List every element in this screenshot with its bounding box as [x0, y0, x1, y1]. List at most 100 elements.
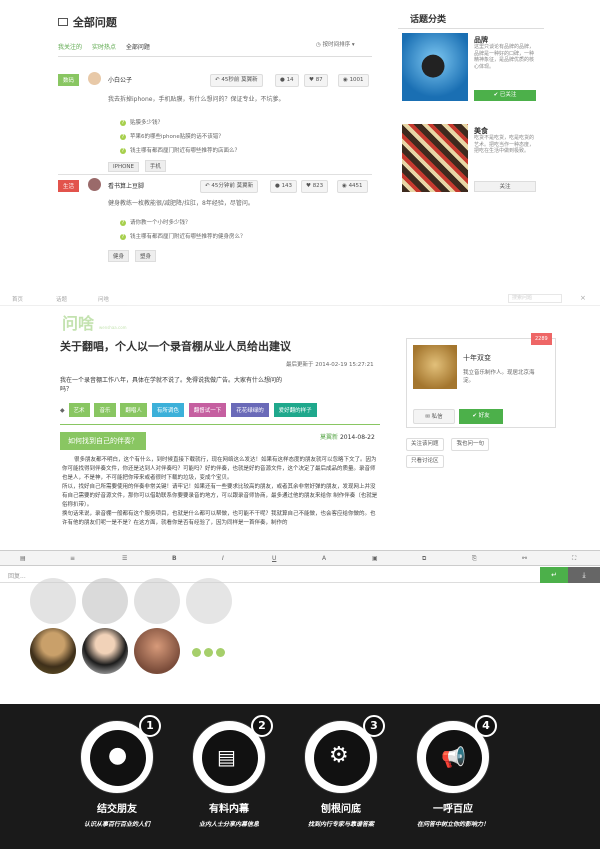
user-name[interactable]: 看书算上豆脚 — [108, 181, 144, 190]
answer-title[interactable]: 如何找到自己的伴奏？ — [60, 432, 146, 450]
paste-icon[interactable]: ⎘ — [472, 555, 477, 563]
tag[interactable]: 花花绿绿的 — [231, 403, 269, 417]
bold-icon[interactable]: B — [172, 555, 177, 562]
sub-question[interactable]: ? 钱主哪有都西厘门附近有哪些推荐的健身房么？ — [120, 232, 370, 240]
tab-hot[interactable]: 实时热点 — [92, 44, 116, 51]
underline-icon[interactable]: U — [272, 555, 276, 562]
sub-question[interactable]: ? 请你教一个小时多少钱？ — [120, 218, 370, 226]
topic-image[interactable]: ● — [402, 33, 468, 101]
avatar[interactable] — [88, 178, 101, 191]
topic-description: 这里只谈论有品牌的品牌，品牌是一种好的口碑，一种精神象征，是品牌优质的核心体现。 — [474, 44, 535, 70]
invite-button[interactable]: ↶ 45秒前 莫翼新 — [210, 74, 263, 87]
italic-icon[interactable]: I — [222, 555, 224, 562]
answers-count[interactable]: ● 143 — [270, 180, 298, 193]
reply-input[interactable]: 回复... — [0, 567, 540, 583]
tag-icon: ◆ — [60, 407, 65, 414]
tab-following[interactable]: 我关注的 — [58, 44, 82, 51]
invite-button[interactable]: ↶ 45分钟前 莫翼新 — [200, 180, 259, 193]
tag[interactable]: 手机 — [144, 160, 166, 172]
close-icon[interactable]: × — [580, 294, 586, 302]
answer-author[interactable]: 莫翼新 — [320, 434, 338, 441]
author-name[interactable]: 十年双变 — [463, 353, 491, 363]
more-dots[interactable] — [192, 648, 225, 659]
thumbnail[interactable] — [134, 578, 180, 624]
sub-question[interactable]: ? 贴膜多少钱？ — [120, 118, 370, 126]
followed-button[interactable]: ✔ 已关注 — [474, 90, 536, 101]
follow-button[interactable]: 关注 — [474, 181, 536, 192]
tag[interactable]: 翻唱人 — [120, 403, 147, 417]
friend-button[interactable]: ✔ 好友 — [459, 409, 503, 424]
topic-image[interactable] — [402, 124, 468, 192]
thumbnail[interactable] — [82, 628, 128, 674]
image-icon[interactable]: ▣ — [372, 555, 378, 562]
link-icon[interactable]: ⚯ — [522, 555, 527, 562]
ask-link[interactable]: 我也问一句 — [451, 438, 489, 451]
logo[interactable]: 问啥 wenshaa.com — [62, 310, 127, 334]
category-badge[interactable]: 生活 — [58, 180, 80, 192]
tag[interactable]: IPHONE — [108, 162, 139, 172]
nav-home[interactable]: 首页 — [12, 295, 23, 303]
reply-icon[interactable]: ↵ — [540, 567, 568, 583]
likes-count[interactable]: ♥ 823 — [301, 180, 329, 193]
thumbnail[interactable] — [30, 628, 76, 674]
user-icon: ● — [108, 743, 128, 768]
font-color-icon[interactable]: A — [322, 555, 326, 562]
topic-description: 吃货不是吃货，吃是吃货的艺术。把吃当作一种态度，把吃在生活中做到极致。 — [474, 135, 535, 154]
apple-icon: ● — [420, 47, 447, 82]
thumbnail[interactable] — [82, 578, 128, 624]
sub-question[interactable]: ? 钱主哪有都西厘门附近有哪些推荐的店面么？ — [120, 146, 370, 154]
tag[interactable]: 塑身 — [134, 250, 156, 262]
tab-all[interactable]: 全部问题 — [126, 44, 150, 51]
answer-date: 2014-08-22 — [339, 434, 375, 441]
nav-topics[interactable]: 话题 — [56, 295, 67, 303]
feature-subtitle: 认识从事百行百业的人们 — [83, 821, 150, 828]
avatar[interactable] — [413, 345, 457, 389]
tag[interactable]: 翻督试一下 — [188, 403, 227, 417]
thumbnail[interactable] — [134, 628, 180, 674]
avatar[interactable] — [88, 72, 101, 85]
updated-time: 最后更新于 2014-02-19 15:27:21 — [286, 362, 374, 368]
paragraph-icon[interactable]: ▤ — [20, 555, 26, 562]
message-button[interactable]: ✉ 私信 — [413, 409, 455, 424]
follow-question-link[interactable]: 关注该问题 — [406, 438, 444, 451]
fullscreen-icon[interactable]: ⛶ — [572, 555, 576, 563]
feature-title: 结交朋友 — [97, 804, 137, 815]
topic-card[interactable]: 美食 吃货不是吃货，吃是吃货的艺术。把吃当作一种态度，把吃在生活中做到极致。 关… — [402, 124, 536, 192]
download-icon[interactable]: ⤓ — [568, 567, 600, 583]
category-badge[interactable]: 数码 — [58, 74, 80, 86]
tag-list: IPHONE 手机 — [108, 160, 170, 172]
feature-subtitle: 找到内行专家与靠谱答案 — [307, 821, 374, 828]
thumbnail[interactable] — [186, 578, 232, 624]
nav-app[interactable]: 问啥 — [98, 295, 109, 303]
tag[interactable]: 音乐 — [94, 403, 116, 417]
question-text[interactable]: 健身教练一枚教能很/减肥降/拉肛，8年经验，尽管问。 — [108, 198, 254, 207]
question-text[interactable]: 我去拆掉iphone，手机贴膜，有什么想问的？保证专业，不坑爹。 — [108, 94, 284, 103]
clock-icon: ◷ — [316, 42, 321, 48]
list-icon[interactable]: ☰ — [122, 555, 127, 562]
article-title: 关于翻唱，个人以一个录音棚从业人员给出建议 — [60, 340, 291, 353]
tag[interactable]: 有所调色 — [151, 403, 184, 417]
sub-question[interactable]: ? 苹果6的哪些iphone贴膜的话不该错？ — [120, 132, 370, 140]
author-bio: 我立音乐制作人。现居北京海淀。 — [463, 370, 535, 384]
answers-count[interactable]: ● 14 — [275, 74, 299, 87]
views-count[interactable]: ◉ 4451 — [337, 180, 368, 193]
tag-list: 健身 塑身 — [108, 250, 160, 262]
topic-card[interactable]: ● 品牌 这里只谈论有品牌的品牌，品牌是一种好的口碑，一种精神象征，是品牌优质的… — [402, 33, 536, 101]
discussion-link[interactable]: 只看讨论区 — [406, 455, 444, 468]
thumbnail[interactable] — [30, 578, 76, 624]
align-icon[interactable]: ≡ — [70, 555, 75, 562]
views-count[interactable]: ◉ 1001 — [338, 74, 369, 87]
search-input[interactable]: 搜索问题 — [508, 294, 562, 303]
list-icon — [58, 18, 68, 26]
newspaper-icon: ▤ — [217, 745, 236, 769]
copy-icon[interactable]: ⧉ — [422, 555, 426, 563]
tag[interactable]: 爱好翻的样子 — [273, 403, 317, 417]
top-nav: 首页 话题 问啥 搜索问题 × — [0, 292, 600, 306]
tag[interactable]: 健身 — [108, 250, 130, 262]
feature-title: 有料内幕 — [209, 804, 249, 815]
tab-bar: 我关注的 实时热点 全部问题 — [58, 42, 150, 51]
tag[interactable]: 艺术 — [68, 403, 90, 417]
sort-dropdown[interactable]: ◷ 按时间排序 ▾ — [316, 40, 355, 48]
likes-count[interactable]: ♥ 87 — [304, 74, 328, 87]
user-name[interactable]: 小白公子 — [108, 75, 132, 84]
